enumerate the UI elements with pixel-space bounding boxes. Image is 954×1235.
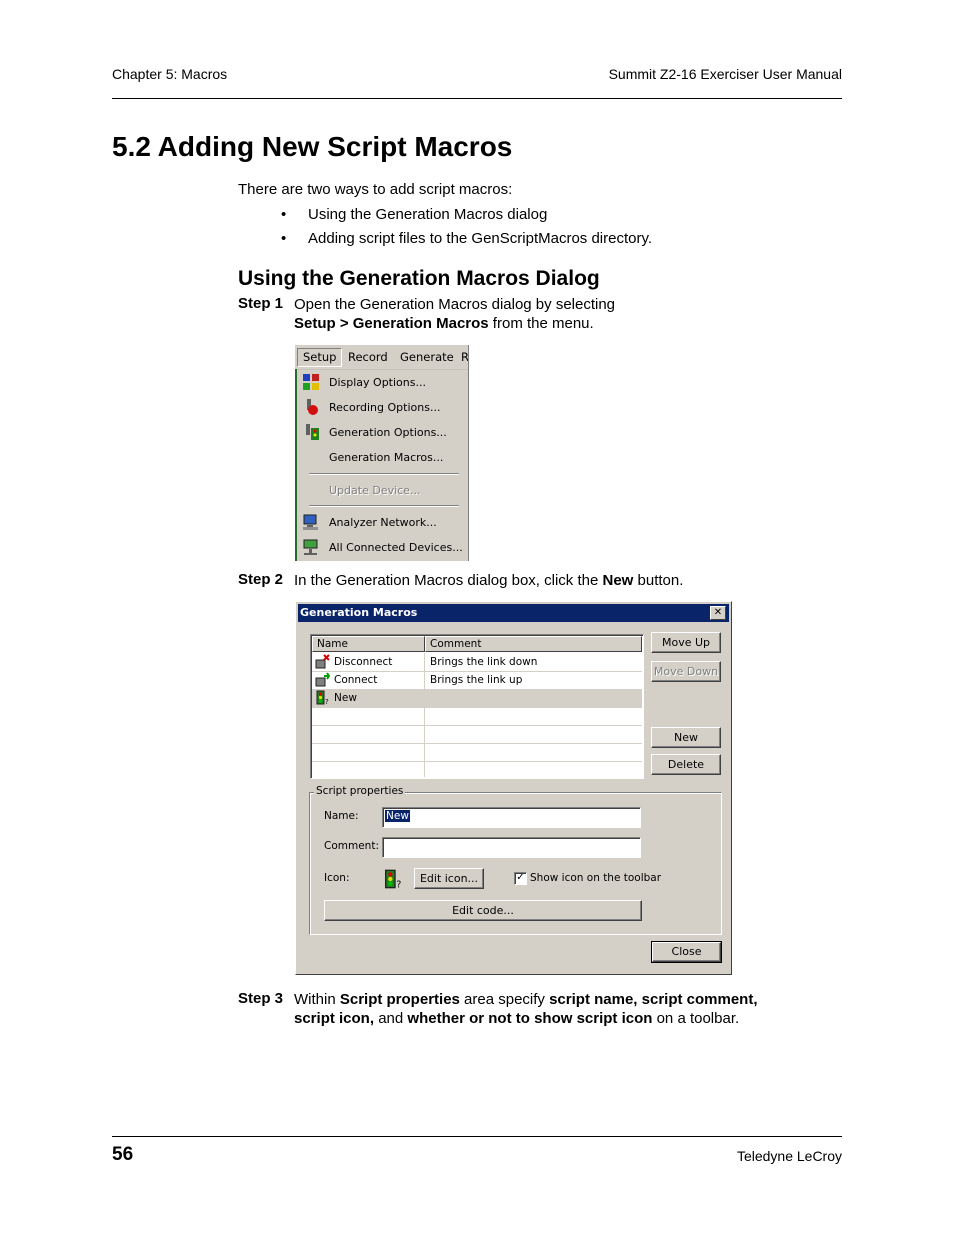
name-label: Name: bbox=[324, 810, 359, 822]
menu-item-all-connected-devices[interactable]: All Connected Devices... bbox=[329, 541, 463, 554]
comment-field[interactable] bbox=[382, 837, 641, 858]
svg-text:?: ? bbox=[325, 698, 329, 705]
connected-devices-icon bbox=[303, 539, 318, 555]
traffic-light-icon: ? bbox=[316, 690, 329, 705]
setup-menu-screenshot: Setup Record Generate R Display Options.… bbox=[295, 345, 469, 561]
manual-title-header: Summit Z2-16 Exerciser User Manual bbox=[608, 66, 842, 82]
menu-setup[interactable]: Setup bbox=[297, 348, 343, 367]
macro-list[interactable]: Name Comment Disconnect Brings the link … bbox=[310, 634, 644, 779]
dialog-title-bar: Generation Macros ✕ bbox=[298, 604, 729, 622]
name-field-value: New bbox=[385, 810, 410, 822]
bullet-marker: • bbox=[281, 230, 287, 247]
disconnect-icon bbox=[315, 654, 330, 669]
step-3-line2: script icon, and whether or not to show … bbox=[294, 1010, 740, 1027]
table-row[interactable]: Disconnect Brings the link down bbox=[312, 653, 642, 672]
step-label: Step 2 bbox=[238, 571, 284, 588]
step-1-text: Open the Generation Macros dialog by sel… bbox=[294, 295, 615, 333]
row-name: Connect bbox=[334, 674, 378, 686]
table-row[interactable] bbox=[312, 707, 642, 726]
menu-bar: Setup Record Generate R bbox=[295, 345, 468, 370]
menu-item-analyzer-network[interactable]: Analyzer Network... bbox=[329, 516, 437, 529]
column-divider bbox=[424, 653, 425, 777]
edit-code-button[interactable]: Edit code... bbox=[324, 900, 642, 921]
analyzer-network-icon bbox=[303, 514, 318, 530]
show-icon-label: Show icon on the toolbar bbox=[530, 872, 662, 884]
menu-item-generation-macros[interactable]: Generation Macros... bbox=[329, 451, 443, 464]
generation-options-icon bbox=[306, 424, 319, 440]
row-comment: Brings the link down bbox=[430, 656, 538, 668]
menu-record[interactable]: Record bbox=[348, 349, 388, 366]
delete-button[interactable]: Delete bbox=[651, 754, 721, 775]
move-up-button[interactable]: Move Up bbox=[651, 632, 721, 653]
traffic-light-icon: ? bbox=[385, 869, 401, 889]
footer-company: Teledyne LeCroy bbox=[736, 1148, 842, 1164]
svg-text:?: ? bbox=[396, 880, 401, 889]
step-3-text: Within Script properties area specify sc… bbox=[294, 990, 758, 1028]
menu-more[interactable]: R bbox=[461, 349, 468, 366]
table-row[interactable] bbox=[312, 725, 642, 744]
background-strip bbox=[295, 369, 297, 561]
menu-generate[interactable]: Generate bbox=[400, 349, 454, 366]
connect-icon bbox=[315, 672, 330, 687]
close-button[interactable]: Close bbox=[651, 941, 722, 963]
table-row[interactable]: Connect Brings the link up bbox=[312, 671, 642, 690]
column-header-name[interactable]: Name bbox=[312, 636, 425, 652]
generation-macros-dialog: Generation Macros ✕ Name Comment Disconn… bbox=[295, 601, 732, 975]
row-name: New bbox=[334, 692, 357, 704]
menu-item-update-device: Update Device... bbox=[329, 484, 421, 497]
column-header-comment[interactable]: Comment bbox=[425, 636, 642, 652]
menu-item-display-options[interactable]: Display Options... bbox=[329, 376, 426, 389]
table-row-selected[interactable]: ? New bbox=[312, 689, 642, 708]
dialog-title: Generation Macros bbox=[300, 606, 418, 619]
show-icon-checkbox[interactable]: ✓ bbox=[514, 872, 527, 885]
table-row[interactable] bbox=[312, 743, 642, 762]
step-label: Step 1 bbox=[238, 295, 284, 312]
step-2-text: In the Generation Macros dialog box, cli… bbox=[294, 572, 684, 589]
menu-item-recording-options[interactable]: Recording Options... bbox=[329, 401, 440, 414]
move-down-button[interactable]: Move Down bbox=[651, 661, 721, 682]
step-1-line2: Setup > Generation Macros from the menu. bbox=[294, 315, 594, 332]
footer-rule bbox=[112, 1136, 842, 1137]
comment-label: Comment: bbox=[324, 840, 379, 852]
new-button[interactable]: New bbox=[651, 727, 721, 748]
row-comment: Brings the link up bbox=[430, 674, 523, 686]
name-field[interactable]: New bbox=[382, 807, 641, 828]
edit-icon-button[interactable]: Edit icon... bbox=[414, 868, 484, 889]
step-label: Step 3 bbox=[238, 990, 284, 1007]
display-options-icon bbox=[303, 374, 319, 390]
menu-separator bbox=[309, 505, 459, 507]
step-3-line1: Within Script properties area specify sc… bbox=[294, 991, 758, 1008]
chapter-header: Chapter 5: Macros bbox=[112, 66, 228, 82]
recording-options-icon bbox=[307, 399, 318, 415]
bullet-item: Using the Generation Macros dialog bbox=[308, 206, 548, 223]
subheading: Using the Generation Macros Dialog bbox=[238, 267, 600, 290]
bullet-marker: • bbox=[281, 206, 287, 223]
row-name: Disconnect bbox=[334, 656, 393, 668]
close-icon[interactable]: ✕ bbox=[710, 606, 726, 620]
intro-text: There are two ways to add script macros: bbox=[238, 181, 513, 198]
table-row[interactable] bbox=[312, 761, 642, 778]
step-1-line1: Open the Generation Macros dialog by sel… bbox=[294, 296, 616, 313]
menu-separator bbox=[309, 473, 459, 475]
header-rule bbox=[112, 98, 842, 99]
script-properties-label: Script properties bbox=[314, 785, 406, 797]
page-number: 56 bbox=[112, 1144, 134, 1165]
bullet-item: Adding script files to the GenScriptMacr… bbox=[308, 230, 653, 247]
icon-label: Icon: bbox=[324, 872, 350, 884]
menu-item-generation-options[interactable]: Generation Options... bbox=[329, 426, 447, 439]
section-title: 5.2 Adding New Script Macros bbox=[112, 131, 513, 162]
